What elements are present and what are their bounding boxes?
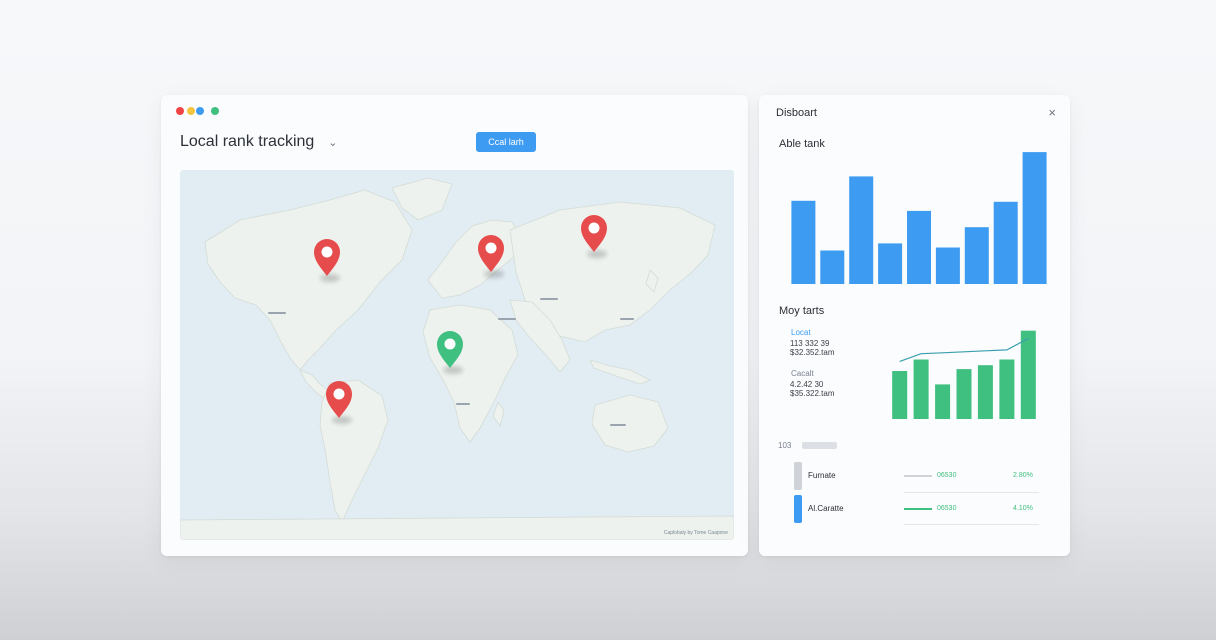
close-icon[interactable]: × (1048, 105, 1056, 120)
bar (935, 384, 951, 419)
bar (878, 243, 903, 284)
bar (913, 359, 929, 419)
bar (1020, 330, 1036, 419)
row-bar (904, 508, 932, 510)
map-attribution: Caplobaly by Tome Caapone (663, 530, 728, 536)
world-map-graphic (180, 177, 734, 540)
stat-subvalue: $35.322.tam (790, 389, 835, 398)
row-percent: 4.10% (1013, 505, 1033, 512)
chevron-down-icon: ⌄ (328, 136, 338, 149)
bar (999, 359, 1015, 419)
row-label: Furnate (808, 471, 836, 480)
row-value: 06530 (937, 505, 957, 512)
stat-label: Cacalt (791, 369, 814, 378)
row-bar (904, 475, 932, 477)
stat-value: 4.2.42 30 (790, 380, 824, 389)
title-dropdown[interactable]: Local rank tracking ⌄ (180, 133, 338, 151)
stat-value: 113 332 39 (790, 339, 830, 348)
dashboard-panel: Disboart × Able tank Moy tarts Locat 113… (759, 95, 1070, 556)
bar (993, 201, 1018, 284)
bar (849, 176, 874, 284)
bar (1022, 152, 1047, 284)
row-marker (794, 462, 802, 490)
page-title: Local rank tracking (180, 133, 315, 150)
window-dot-blue[interactable] (196, 107, 204, 115)
trend-line (899, 337, 1029, 362)
panel-title: Disboart (776, 107, 817, 119)
row-divider (904, 524, 1039, 525)
stat-subvalue: $32.352.tam (790, 348, 835, 357)
table-header-label: 103 (778, 441, 792, 450)
blue-bar-chart (791, 152, 1047, 284)
bar (791, 200, 816, 284)
window-dot-red[interactable] (176, 107, 184, 115)
bar (907, 210, 931, 284)
bar (964, 227, 989, 284)
bar (892, 371, 908, 419)
bar (820, 250, 845, 284)
row-value: 06530 (937, 472, 957, 479)
stat-label: Locat (791, 328, 811, 337)
bar (977, 365, 993, 419)
window-dot-green[interactable] (211, 107, 219, 115)
window-dot-yellow[interactable] (187, 107, 195, 115)
green-bar-chart (892, 330, 1036, 419)
continents (180, 177, 734, 540)
row-percent: 2.80% (1013, 472, 1033, 479)
row-marker (794, 495, 802, 523)
world-map[interactable]: Caplobaly by Tome Caapone (180, 170, 734, 540)
rank-tracking-window: Local rank tracking ⌄ Ccal larh Caplobal… (161, 95, 748, 556)
bar (956, 369, 972, 419)
action-button[interactable]: Ccal larh (476, 132, 536, 152)
bar (935, 247, 960, 284)
section-title-moy-tarts: Moy tarts (779, 305, 825, 317)
table-header-bar (802, 442, 837, 449)
row-label: Al.Caratte (808, 504, 844, 513)
row-divider (904, 492, 1039, 493)
